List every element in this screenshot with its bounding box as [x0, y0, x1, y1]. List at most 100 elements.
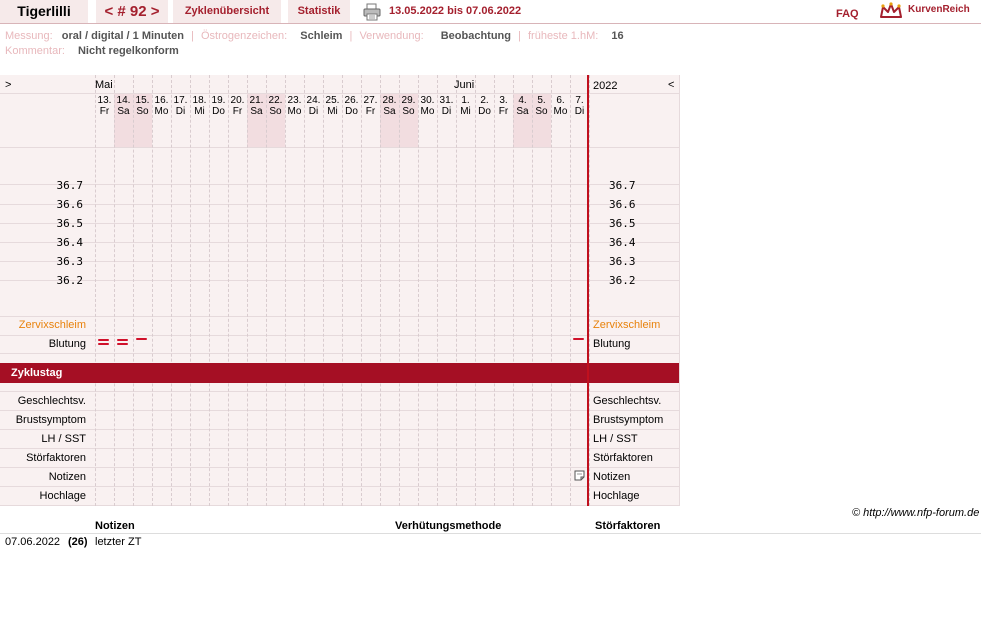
row-label-left: Störfaktoren	[26, 452, 86, 464]
zervix-label-right: Zervixschleim	[593, 319, 661, 331]
notes-row-note: letzter ZT	[95, 536, 142, 548]
zervix-label-left: Zervixschleim	[18, 319, 86, 331]
grid-row-line	[0, 184, 679, 185]
day-header[interactable]: 22. So	[266, 95, 285, 117]
day-header[interactable]: 30. Mo	[418, 95, 437, 117]
day-header[interactable]: 17. Di	[171, 95, 190, 117]
grid-row-line	[0, 204, 679, 205]
day-date: 28.	[382, 95, 397, 106]
notes-header-notizen: Notizen	[95, 520, 135, 532]
grid-column-line	[418, 75, 419, 506]
row-label-right: Notizen	[593, 471, 631, 483]
bleeding-mark[interactable]	[136, 338, 147, 340]
day-header[interactable]: 20. Fr	[228, 95, 247, 117]
note-icon[interactable]	[574, 470, 585, 481]
day-header[interactable]: 5. So	[532, 95, 551, 117]
copyright[interactable]: © http://www.nfp-forum.de	[852, 507, 979, 519]
day-weekday: Mo	[553, 106, 568, 117]
day-header[interactable]: 14. Sa	[114, 95, 133, 117]
day-weekday: Mo	[420, 106, 435, 117]
day-weekday: Mo	[154, 106, 169, 117]
bleeding-mark[interactable]	[117, 343, 128, 345]
bleeding-mark[interactable]	[573, 338, 584, 340]
day-weekday: Sa	[516, 106, 529, 117]
nav-earlier-button[interactable]: >	[5, 79, 11, 91]
grid-row-line	[0, 261, 679, 262]
day-header[interactable]: 27. Fr	[361, 95, 380, 117]
day-header[interactable]: 31. Di	[437, 95, 456, 117]
day-weekday: Fr	[498, 106, 509, 117]
grid-row-line	[0, 335, 679, 336]
notes-row-date: 07.06.2022	[5, 536, 61, 548]
grid-column-line	[399, 75, 400, 506]
temperature-label-right: 36.5	[609, 217, 636, 230]
day-header[interactable]: 19. Do	[209, 95, 228, 117]
grid-row-line	[0, 429, 679, 430]
row-label-left: Brustsymptom	[15, 414, 86, 426]
grid-column-line	[551, 75, 552, 506]
grid-column-line	[494, 75, 495, 506]
grid-column-line	[247, 75, 248, 506]
day-date: 25.	[325, 95, 340, 106]
day-date: 26.	[344, 95, 359, 106]
day-header[interactable]: 2. Do	[475, 95, 494, 117]
day-header[interactable]: 24. Di	[304, 95, 323, 117]
day-header[interactable]: 13. Fr	[95, 95, 114, 117]
row-label-left: Notizen	[48, 471, 86, 483]
nav-later-button[interactable]: <	[668, 79, 674, 91]
day-header[interactable]: 1. Mi	[456, 95, 475, 117]
row-label-right: Hochlage	[593, 490, 640, 502]
zyklustag-bar	[0, 363, 679, 383]
grid-column-line	[342, 75, 343, 506]
notes-header-verhuetung: Verhütungsmethode	[395, 520, 502, 532]
day-header[interactable]: 16. Mo	[152, 95, 171, 117]
grid-row-line	[0, 147, 679, 148]
day-weekday: Sa	[383, 106, 396, 117]
day-date: 5.	[537, 95, 546, 106]
grid-row-line	[0, 280, 679, 281]
grid-column-line	[209, 75, 210, 506]
notes-divider	[0, 533, 981, 534]
day-header[interactable]: 26. Do	[342, 95, 361, 117]
bleeding-mark[interactable]	[98, 339, 109, 341]
row-label-left: LH / SST	[41, 433, 86, 445]
day-date: 23.	[287, 95, 302, 106]
day-date: 20.	[230, 95, 245, 106]
day-header[interactable]: 4. Sa	[513, 95, 532, 117]
bleeding-mark[interactable]	[117, 339, 128, 341]
bleeding-mark[interactable]	[98, 343, 109, 345]
grid-row-line	[0, 242, 679, 243]
day-date: 14.	[116, 95, 131, 106]
day-weekday: Fr	[232, 106, 243, 117]
day-weekday: So	[136, 106, 149, 117]
day-header[interactable]: 18. Mi	[190, 95, 209, 117]
month-label: Juni	[454, 79, 475, 91]
day-header[interactable]: 25. Mi	[323, 95, 342, 117]
day-weekday: Do	[345, 106, 358, 117]
grid-column-line	[361, 75, 362, 506]
day-header[interactable]: 28. Sa	[380, 95, 399, 117]
day-date: 22.	[268, 95, 283, 106]
day-header[interactable]: 15. So	[133, 95, 152, 117]
day-date: 29.	[401, 95, 416, 106]
grid-row-line	[0, 448, 679, 449]
day-header[interactable]: 23. Mo	[285, 95, 304, 117]
grid-column-line	[133, 75, 134, 506]
grid-column-line	[323, 75, 324, 506]
day-weekday: Do	[212, 106, 225, 117]
day-weekday: So	[269, 106, 282, 117]
day-header[interactable]: 21. Sa	[247, 95, 266, 117]
row-label-right: LH / SST	[593, 433, 638, 445]
day-header[interactable]: 6. Mo	[551, 95, 570, 117]
row-label-right: Störfaktoren	[593, 452, 653, 464]
notes-header-stoerfaktoren: Störfaktoren	[595, 520, 661, 532]
row-label-right: Geschlechtsv.	[593, 395, 662, 407]
temperature-label-right: 36.3	[609, 255, 636, 268]
day-header[interactable]: 29. So	[399, 95, 418, 117]
day-date: 1.	[461, 95, 470, 106]
day-weekday: So	[402, 106, 415, 117]
day-header[interactable]: 3. Fr	[494, 95, 513, 117]
grid-column-line	[266, 75, 267, 506]
temperature-label-right: 36.7	[609, 179, 636, 192]
grid-row-line	[0, 505, 679, 506]
